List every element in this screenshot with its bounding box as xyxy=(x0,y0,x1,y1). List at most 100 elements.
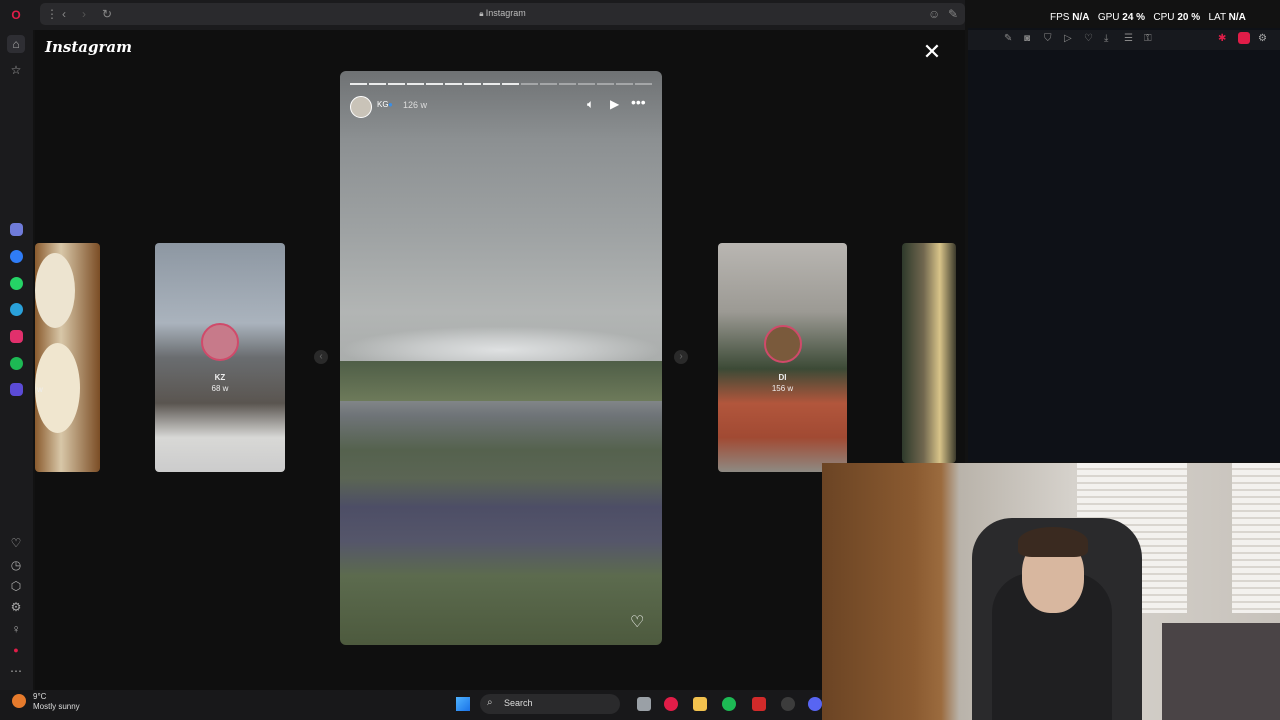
fps-label: FPS xyxy=(1050,12,1070,23)
player-icon[interactable] xyxy=(10,383,23,396)
extension-icon[interactable]: ✱ xyxy=(1218,33,1226,44)
webcam-feed xyxy=(822,463,1280,720)
opera-icon[interactable] xyxy=(752,697,766,711)
avatar xyxy=(764,325,802,363)
gear-icon[interactable]: ⚙ xyxy=(7,598,25,616)
story-progress-segment xyxy=(502,83,519,85)
side-story-username: KZ xyxy=(214,373,226,382)
cpu-value: 20 % xyxy=(1177,12,1201,23)
instagram-icon[interactable] xyxy=(10,330,23,343)
avatar[interactable] xyxy=(350,96,372,118)
aria-icon[interactable] xyxy=(10,223,23,236)
prev-story-icon[interactable]: ‹ xyxy=(314,350,328,364)
search-icon: ⌕ xyxy=(487,697,493,708)
more-icon[interactable]: ⋯ xyxy=(7,662,25,680)
cube-icon[interactable]: ⬡ xyxy=(7,577,25,595)
cpu-label: CPU xyxy=(1153,12,1175,23)
taskbar-search[interactable]: ⌕ Search xyxy=(480,694,620,714)
adblock-icon[interactable]: ● xyxy=(7,641,25,659)
story-progress-segment xyxy=(616,83,633,85)
history-icon[interactable]: ◷ xyxy=(7,556,25,574)
lock-icon[interactable]: ⚿ xyxy=(1144,33,1152,44)
close-icon[interactable]: ✕ xyxy=(920,40,944,64)
side-story-card[interactable]: w xyxy=(35,243,100,472)
volume-icon[interactable]: 🔈︎ xyxy=(587,97,594,112)
lat-value: N/A xyxy=(1228,12,1246,23)
discord-icon[interactable] xyxy=(808,697,822,711)
verified-icon: ● xyxy=(388,100,393,109)
pin-icon[interactable]: ✎ xyxy=(948,7,958,21)
lightbulb-icon[interactable]: ♀ xyxy=(7,620,25,638)
star-icon[interactable]: ☆ xyxy=(7,61,25,79)
story-username[interactable]: KG xyxy=(377,100,389,109)
browser-sidebar: O ⌂ ☆ ♡ ◷ ⬡ ⚙ ♀ ● ⋯ xyxy=(0,0,33,720)
opera-gx-icon[interactable] xyxy=(664,697,678,711)
side-panel-toolbar: ✎ ◙ ⛉ ▷ ♡ ⤓ ☰ ⚿ ✱ ⚙ xyxy=(968,30,1280,50)
file-explorer-icon[interactable] xyxy=(693,697,707,711)
story-progress-segment xyxy=(521,83,538,85)
story-progress-segment xyxy=(445,83,462,85)
story-progress-segment xyxy=(578,83,595,85)
side-story-age: w xyxy=(37,385,43,394)
next-story-icon[interactable]: › xyxy=(674,350,688,364)
story-progress-segment xyxy=(559,83,576,85)
heart-icon[interactable]: ♡ xyxy=(1084,33,1093,44)
story-progress-segment xyxy=(369,83,386,85)
side-panel xyxy=(968,28,1280,462)
person-hair xyxy=(1018,527,1088,557)
weather-desc: Mostly sunny xyxy=(33,702,80,711)
story-progress-segment xyxy=(483,83,500,85)
side-story-age: 156 w xyxy=(771,384,794,393)
heart-icon[interactable]: ♡ xyxy=(630,612,644,632)
story-progress-segment xyxy=(426,83,443,85)
side-story-card[interactable] xyxy=(902,243,956,463)
gear-icon[interactable]: ⚙ xyxy=(1258,33,1267,44)
download-icon[interactable]: ⤓ xyxy=(1104,33,1108,44)
spotify-icon[interactable] xyxy=(722,697,736,711)
play-icon[interactable]: ▶ xyxy=(610,97,619,111)
gpu-label: GPU xyxy=(1097,12,1120,23)
avatar xyxy=(201,323,239,361)
side-story-card[interactable]: DI 156 w xyxy=(718,243,847,472)
performance-overlay: FPS N/A GPU 24 % CPU 20 % LAT N/A xyxy=(1050,12,1246,23)
weather-widget[interactable]: 9°C Mostly sunny xyxy=(20,692,80,712)
fps-value: N/A xyxy=(1072,12,1090,23)
task-view-icon[interactable] xyxy=(637,697,651,711)
play-icon[interactable]: ▷ xyxy=(1064,33,1072,44)
story-age: 126 w xyxy=(403,100,428,110)
weather-temp: 9°C xyxy=(33,692,47,701)
home-icon[interactable]: ⌂ xyxy=(7,35,25,53)
spotify-icon[interactable] xyxy=(10,357,23,370)
gpu-value: 24 % xyxy=(1122,12,1146,23)
clouds xyxy=(340,326,662,366)
tree-line xyxy=(340,361,662,401)
window-blinds xyxy=(1232,463,1280,613)
instagram-logo[interactable]: Instagram xyxy=(45,38,132,56)
more-icon[interactable]: ••• xyxy=(631,94,646,110)
messenger-icon[interactable] xyxy=(10,250,23,263)
side-story-username: DI xyxy=(778,373,787,382)
windows-start-icon[interactable] xyxy=(456,697,470,711)
side-story-card[interactable]: KZ 68 w xyxy=(155,243,285,472)
search-label: Search xyxy=(504,698,533,708)
story-progress-segment xyxy=(597,83,614,85)
tab-title: Instagram xyxy=(485,8,526,18)
story-card[interactable]: KG ● 126 w 🔈︎ ▶ ••• ♡ xyxy=(340,71,662,645)
story-progress-segment xyxy=(388,83,405,85)
lat-label: LAT xyxy=(1208,12,1226,23)
camera-icon[interactable]: ☺ xyxy=(928,7,940,21)
steam-icon[interactable] xyxy=(781,697,795,711)
camera-icon[interactable]: ◙ xyxy=(1024,33,1030,44)
address-bar[interactable]: ⋮ ‹ › ↻ 🔒︎ Instagram ☺ ✎ xyxy=(40,3,965,25)
whatsapp-icon[interactable] xyxy=(10,277,23,290)
story-progress-segment xyxy=(407,83,424,85)
heart-icon[interactable]: ♡ xyxy=(7,534,25,552)
telegram-icon[interactable] xyxy=(10,303,23,316)
opera-logo-icon[interactable]: O xyxy=(7,6,25,24)
clothes-pile xyxy=(1162,623,1280,720)
edit-icon[interactable]: ✎ xyxy=(1004,33,1012,44)
story-progress-segment xyxy=(350,83,367,85)
menu-icon[interactable]: ☰ xyxy=(1124,33,1133,44)
shield-icon[interactable]: ⛉ xyxy=(1044,33,1052,44)
adblock-icon[interactable] xyxy=(1238,32,1250,44)
